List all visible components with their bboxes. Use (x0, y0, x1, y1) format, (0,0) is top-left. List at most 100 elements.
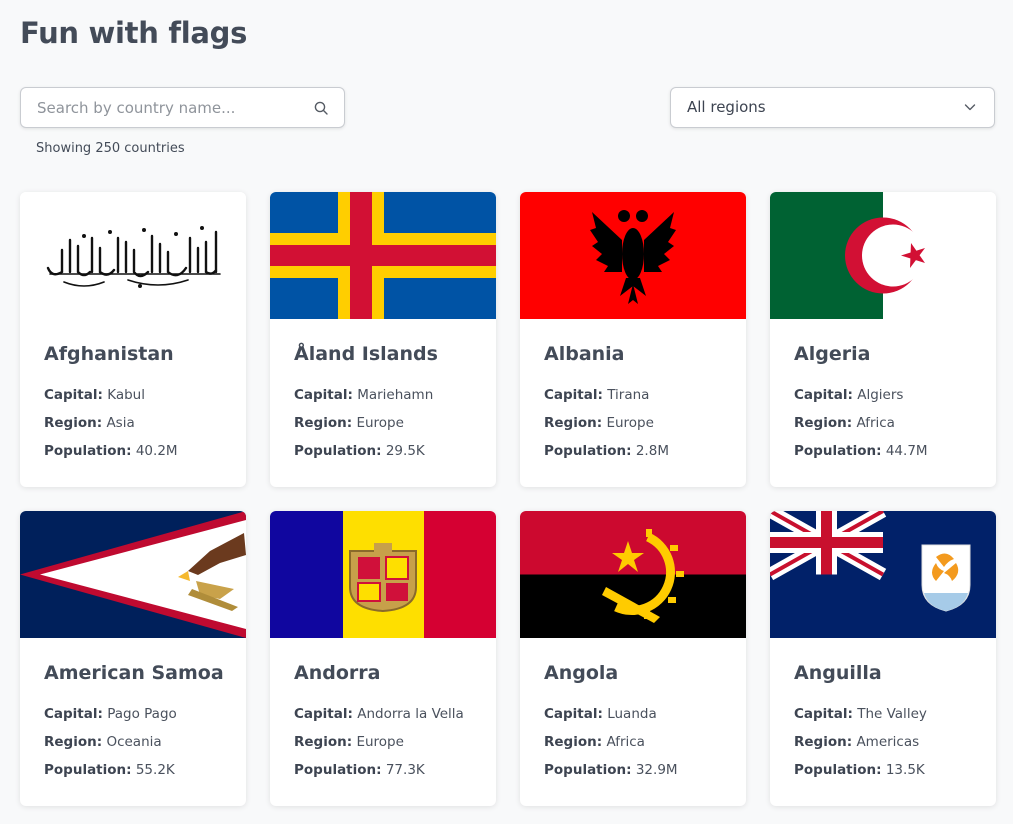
region-value: Americas (856, 734, 920, 750)
region-filter-select[interactable]: All regions (670, 87, 995, 128)
population-value: 2.8M (635, 443, 669, 459)
afghanistan-flag (20, 192, 246, 319)
anguilla-flag (770, 511, 996, 638)
region-label: Region: (44, 734, 103, 750)
population-value: 29.5K (385, 443, 425, 459)
page-title: Fun with flags (20, 16, 248, 50)
population-label: Population: (294, 762, 382, 778)
population-value: 13.5K (885, 762, 925, 778)
population-row: Population: 29.5K (294, 437, 472, 465)
capital-row: Capital: Mariehamn (294, 381, 472, 409)
country-name: Albania (544, 343, 625, 365)
population-row: Population: 77.3K (294, 756, 472, 784)
capital-row: Capital: The Valley (794, 700, 972, 728)
capital-value: Tirana (607, 387, 650, 403)
region-value: Asia (106, 415, 135, 431)
region-value: Africa (856, 415, 895, 431)
population-row: Population: 44.7M (794, 437, 972, 465)
capital-row: Capital: Andorra la Vella (294, 700, 472, 728)
population-label: Population: (544, 762, 632, 778)
region-label: Region: (294, 734, 353, 750)
region-value: Oceania (106, 734, 162, 750)
results-count: Showing 250 countries (36, 141, 185, 156)
population-label: Population: (794, 443, 882, 459)
capital-label: Capital: (544, 387, 603, 403)
country-card[interactable]: Anguilla Capital: The Valley Region: Ame… (770, 511, 996, 806)
population-value: 44.7M (885, 443, 928, 459)
population-label: Population: (544, 443, 632, 459)
population-row: Population: 40.2M (44, 437, 222, 465)
albania-flag (520, 192, 746, 319)
region-label: Region: (544, 734, 603, 750)
region-row: Region: Europe (544, 409, 722, 437)
country-card[interactable]: Albania Capital: Tirana Region: Europe P… (520, 192, 746, 487)
country-name: Afghanistan (44, 343, 174, 365)
region-label: Region: (794, 734, 853, 750)
capital-row: Capital: Algiers (794, 381, 972, 409)
country-card[interactable]: American Samoa Capital: Pago Pago Region… (20, 511, 246, 806)
region-filter-value: All regions (687, 98, 766, 116)
capital-label: Capital: (294, 387, 353, 403)
country-name: Algeria (794, 343, 871, 365)
search-box[interactable] (20, 87, 345, 128)
country-card[interactable]: Angola Capital: Luanda Region: Africa Po… (520, 511, 746, 806)
population-value: 55.2K (135, 762, 175, 778)
capital-value: The Valley (857, 706, 927, 722)
country-grid: Afghanistan Capital: Kabul Region: Asia … (20, 192, 996, 806)
population-value: 40.2M (135, 443, 178, 459)
country-name: Anguilla (794, 662, 882, 684)
capital-label: Capital: (294, 706, 353, 722)
capital-value: Algiers (857, 387, 904, 403)
country-card[interactable]: Algeria Capital: Algiers Region: Africa … (770, 192, 996, 487)
chevron-down-icon (964, 104, 976, 111)
angola-flag (520, 511, 746, 638)
region-row: Region: Africa (794, 409, 972, 437)
capital-label: Capital: (44, 706, 103, 722)
american-samoa-flag (20, 511, 246, 638)
capital-label: Capital: (44, 387, 103, 403)
region-label: Region: (44, 415, 103, 431)
population-row: Population: 13.5K (794, 756, 972, 784)
andorra-flag (270, 511, 496, 638)
capital-row: Capital: Pago Pago (44, 700, 222, 728)
capital-label: Capital: (794, 706, 853, 722)
capital-row: Capital: Tirana (544, 381, 722, 409)
region-value: Europe (606, 415, 654, 431)
aland-flag (270, 192, 496, 319)
search-input[interactable] (21, 88, 306, 127)
region-row: Region: Europe (294, 728, 472, 756)
capital-value: Luanda (607, 706, 657, 722)
country-card[interactable]: Andorra Capital: Andorra la Vella Region… (270, 511, 496, 806)
capital-value: Andorra la Vella (357, 706, 464, 722)
capital-label: Capital: (794, 387, 853, 403)
population-row: Population: 32.9M (544, 756, 722, 784)
population-value: 32.9M (635, 762, 678, 778)
region-row: Region: Europe (294, 409, 472, 437)
search-icon[interactable] (314, 101, 328, 115)
capital-value: Mariehamn (357, 387, 434, 403)
capital-value: Kabul (107, 387, 145, 403)
region-label: Region: (544, 415, 603, 431)
country-name: Angola (544, 662, 619, 684)
country-card[interactable]: Afghanistan Capital: Kabul Region: Asia … (20, 192, 246, 487)
population-label: Population: (44, 443, 132, 459)
country-name: American Samoa (44, 662, 224, 684)
population-label: Population: (794, 762, 882, 778)
region-row: Region: Americas (794, 728, 972, 756)
capital-row: Capital: Kabul (44, 381, 222, 409)
country-card[interactable]: Åland Islands Capital: Mariehamn Region:… (270, 192, 496, 487)
region-row: Region: Asia (44, 409, 222, 437)
population-row: Population: 55.2K (44, 756, 222, 784)
algeria-flag (770, 192, 996, 319)
country-name: Andorra (294, 662, 381, 684)
region-value: Europe (356, 734, 404, 750)
region-value: Africa (606, 734, 645, 750)
capital-label: Capital: (544, 706, 603, 722)
population-value: 77.3K (385, 762, 425, 778)
region-row: Region: Oceania (44, 728, 222, 756)
population-row: Population: 2.8M (544, 437, 722, 465)
capital-row: Capital: Luanda (544, 700, 722, 728)
country-name: Åland Islands (294, 343, 438, 365)
region-row: Region: Africa (544, 728, 722, 756)
population-label: Population: (44, 762, 132, 778)
